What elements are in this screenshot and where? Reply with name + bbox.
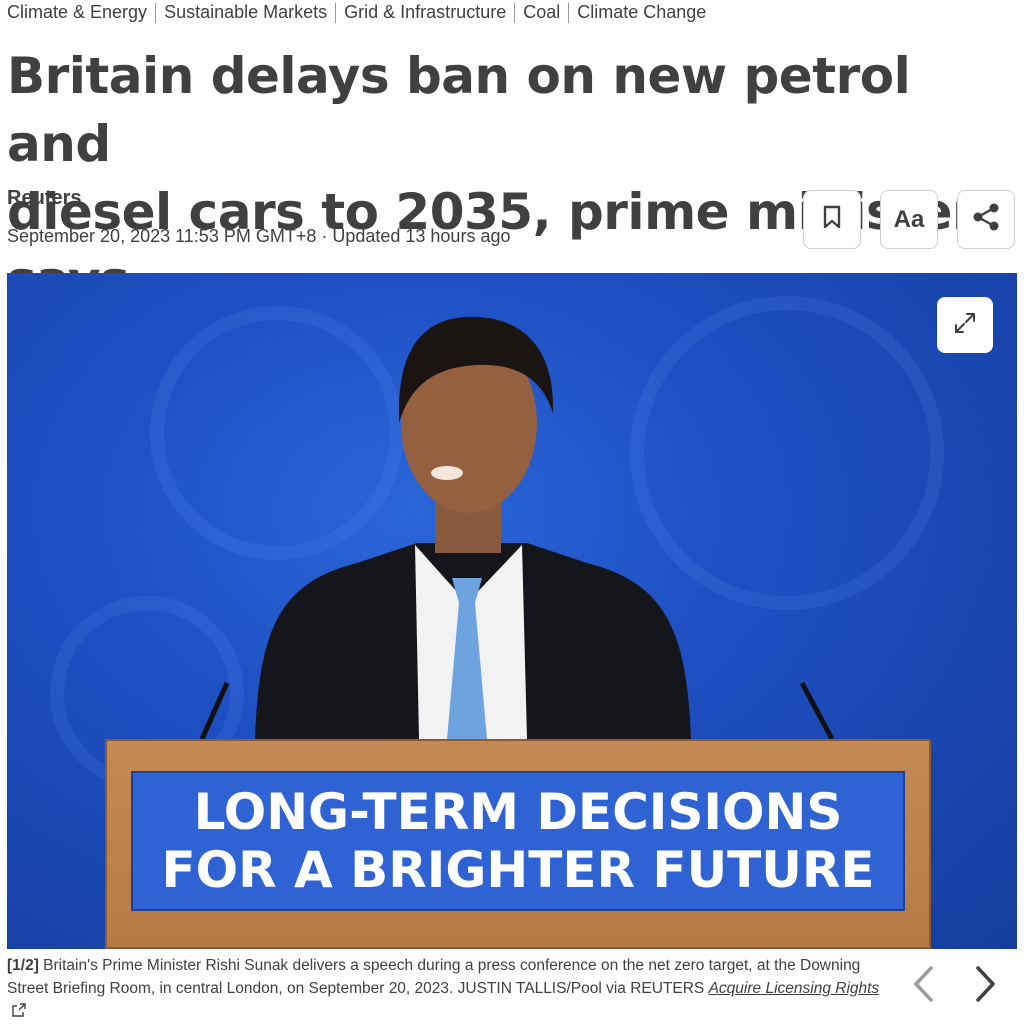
topic-divider bbox=[335, 2, 337, 23]
topic-link-climate-energy[interactable]: Climate & Energy bbox=[7, 2, 147, 23]
podium-sign-line-2: FOR A BRIGHTER FUTURE bbox=[161, 841, 875, 899]
gallery-next-button[interactable] bbox=[968, 964, 1004, 1008]
gallery-prev-button[interactable] bbox=[905, 964, 941, 1008]
topic-link-grid-infrastructure[interactable]: Grid & Infrastructure bbox=[344, 2, 506, 23]
article-photo[interactable]: LONG-TERM DECISIONS FOR A BRIGHTER FUTUR… bbox=[7, 273, 1017, 949]
expand-icon bbox=[953, 311, 977, 340]
share-button[interactable] bbox=[957, 190, 1015, 249]
topic-link-sustainable-markets[interactable]: Sustainable Markets bbox=[164, 2, 327, 23]
bookmark-icon bbox=[823, 205, 841, 234]
save-article-button[interactable] bbox=[803, 190, 861, 249]
podium-sign-line-1: LONG-TERM DECISIONS bbox=[193, 783, 843, 841]
article-dateline: September 20, 2023 11:53 PM GMT+8 · Upda… bbox=[7, 226, 511, 246]
topic-breadcrumb: Climate & Energy Sustainable Markets Gri… bbox=[7, 2, 706, 23]
external-link-icon bbox=[7, 1003, 27, 1020]
topic-divider bbox=[568, 2, 570, 23]
podium: LONG-TERM DECISIONS FOR A BRIGHTER FUTUR… bbox=[105, 739, 931, 949]
topic-link-climate-change[interactable]: Climate Change bbox=[577, 2, 706, 23]
photo-caption: [1/2] Britain's Prime Minister Rishi Sun… bbox=[7, 954, 887, 1023]
article-author[interactable]: Reuters bbox=[7, 187, 81, 210]
topic-divider bbox=[155, 2, 157, 23]
podium-sign: LONG-TERM DECISIONS FOR A BRIGHTER FUTUR… bbox=[131, 771, 905, 911]
chevron-left-icon bbox=[911, 965, 935, 1008]
topic-link-coal[interactable]: Coal bbox=[523, 2, 560, 23]
gallery-count: [1/2] bbox=[7, 957, 39, 974]
text-size-button[interactable]: Aa bbox=[880, 190, 938, 249]
topic-divider bbox=[514, 2, 516, 23]
expand-image-button[interactable] bbox=[937, 297, 993, 353]
text-size-label: Aa bbox=[893, 205, 925, 233]
acquire-licensing-link[interactable]: Acquire Licensing Rights bbox=[709, 980, 880, 997]
chevron-right-icon bbox=[974, 965, 998, 1008]
share-icon bbox=[971, 202, 1001, 237]
headline-line-1: Britain delays ban on new petrol and bbox=[7, 47, 911, 173]
